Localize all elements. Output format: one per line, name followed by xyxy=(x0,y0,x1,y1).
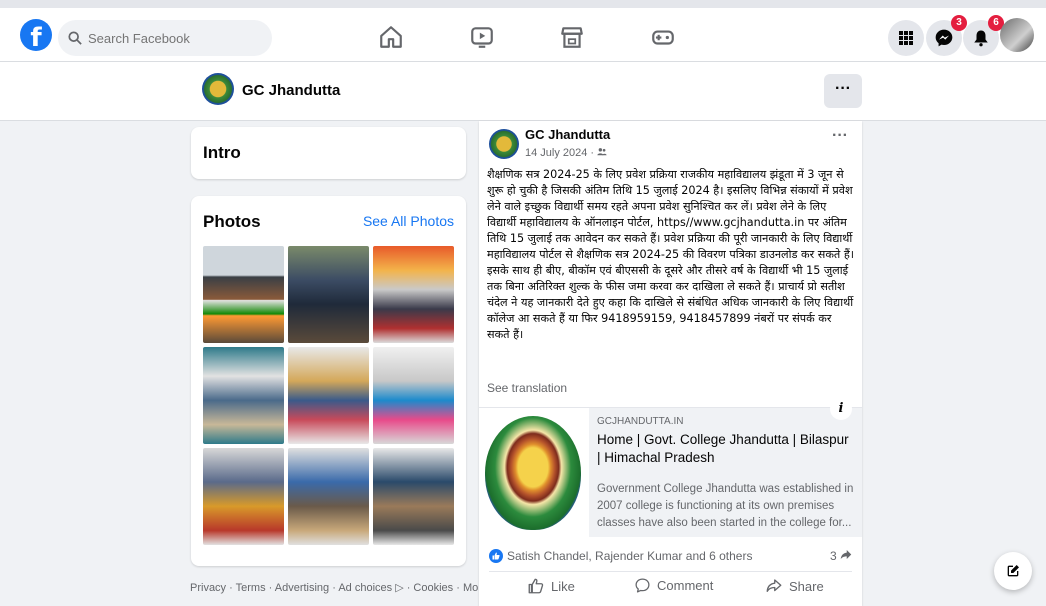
post-date[interactable]: 14 July 2024 · xyxy=(525,147,607,159)
share-count-icon xyxy=(840,550,852,559)
photo-thumbnail[interactable] xyxy=(203,448,284,545)
actions-divider xyxy=(489,571,852,572)
marketplace-icon[interactable] xyxy=(559,24,585,50)
info-icon[interactable]: i xyxy=(830,398,852,420)
photo-thumbnail[interactable] xyxy=(203,347,284,444)
post-author-avatar[interactable] xyxy=(489,129,519,159)
like-button[interactable]: Like xyxy=(527,577,575,595)
photo-thumbnail[interactable] xyxy=(373,347,454,444)
share-label: Share xyxy=(789,578,824,594)
see-translation-link[interactable]: See translation xyxy=(487,381,567,395)
browser-strip xyxy=(0,0,1046,8)
see-all-photos-link[interactable]: See All Photos xyxy=(363,213,454,229)
intro-heading: Intro xyxy=(203,143,241,162)
notifications-button[interactable]: 6 xyxy=(963,15,1004,56)
page-logo[interactable] xyxy=(202,73,234,105)
photo-thumbnail[interactable] xyxy=(288,448,369,545)
reactions-summary[interactable]: Satish Chandel, Rajender Kumar and 6 oth… xyxy=(489,549,752,563)
search-icon xyxy=(68,31,82,45)
compose-icon xyxy=(1007,565,1019,577)
shares-number: 3 xyxy=(829,549,837,563)
gaming-icon[interactable] xyxy=(650,24,676,50)
messenger-button[interactable]: 3 xyxy=(926,15,967,56)
photos-heading: Photos xyxy=(203,212,261,231)
shares-count[interactable]: 3 xyxy=(830,549,852,563)
link-preview[interactable]: GCJHANDUTTA.IN Home | Govt. College Jhan… xyxy=(479,398,862,538)
footer-links[interactable]: Privacy · Terms · Advertising · Ad choic… xyxy=(190,581,488,594)
page-header: GC Jhandutta ··· xyxy=(0,62,1046,121)
like-label: Like xyxy=(551,578,575,594)
messenger-icon xyxy=(935,29,953,47)
page-title[interactable]: GC Jhandutta xyxy=(242,82,340,99)
comment-label: Comment xyxy=(657,578,714,593)
account-avatar[interactable] xyxy=(1000,18,1034,52)
post-body-text: शैक्षणिक सत्र 2024-25 के लिए प्रवेश प्रक… xyxy=(487,168,855,341)
share-icon xyxy=(766,579,782,592)
new-message-button[interactable] xyxy=(994,552,1032,590)
like-icon xyxy=(528,578,544,594)
post-card: GC Jhandutta 14 July 2024 · ··· शैक्षणिक… xyxy=(479,121,862,606)
link-title[interactable]: Home | Govt. College Jhandutta | Bilaspu… xyxy=(597,431,855,467)
photo-thumbnail[interactable] xyxy=(373,246,454,343)
link-domain: GCJHANDUTTA.IN xyxy=(597,416,684,427)
search-box[interactable] xyxy=(58,20,272,56)
facebook-logo[interactable]: f xyxy=(20,19,52,51)
post-options-button[interactable]: ··· xyxy=(832,127,848,145)
photo-thumbnail[interactable] xyxy=(288,347,369,444)
photo-grid xyxy=(203,246,454,545)
page-more-button[interactable]: ··· xyxy=(824,74,862,108)
college-emblem xyxy=(485,416,581,530)
photos-card: Photos See All Photos xyxy=(191,196,466,566)
post-author-name[interactable]: GC Jhandutta xyxy=(525,127,610,142)
photo-thumbnail[interactable] xyxy=(203,246,284,343)
home-icon[interactable] xyxy=(378,24,404,50)
grid-menu-icon xyxy=(899,31,913,45)
photo-thumbnail[interactable] xyxy=(373,448,454,545)
friends-audience-icon xyxy=(597,148,607,156)
photo-thumbnail[interactable] xyxy=(288,246,369,343)
reactions-text: Satish Chandel, Rajender Kumar and 6 oth… xyxy=(507,549,753,563)
bell-icon xyxy=(974,30,988,47)
post-date-text: 14 July 2024 · xyxy=(525,147,598,159)
like-reaction-icon xyxy=(489,549,503,563)
search-input[interactable] xyxy=(88,30,258,46)
menu-button[interactable] xyxy=(888,20,924,56)
comment-icon xyxy=(635,578,650,593)
video-icon[interactable] xyxy=(469,24,495,50)
link-description: Government College Jhandutta was establi… xyxy=(597,483,854,529)
comment-button[interactable]: Comment xyxy=(634,577,713,594)
link-thumbnail[interactable] xyxy=(479,408,589,538)
intro-card: Intro xyxy=(191,127,466,179)
top-navigation-bar: f 3 6 xyxy=(0,0,1046,62)
share-button[interactable]: Share xyxy=(765,577,824,595)
